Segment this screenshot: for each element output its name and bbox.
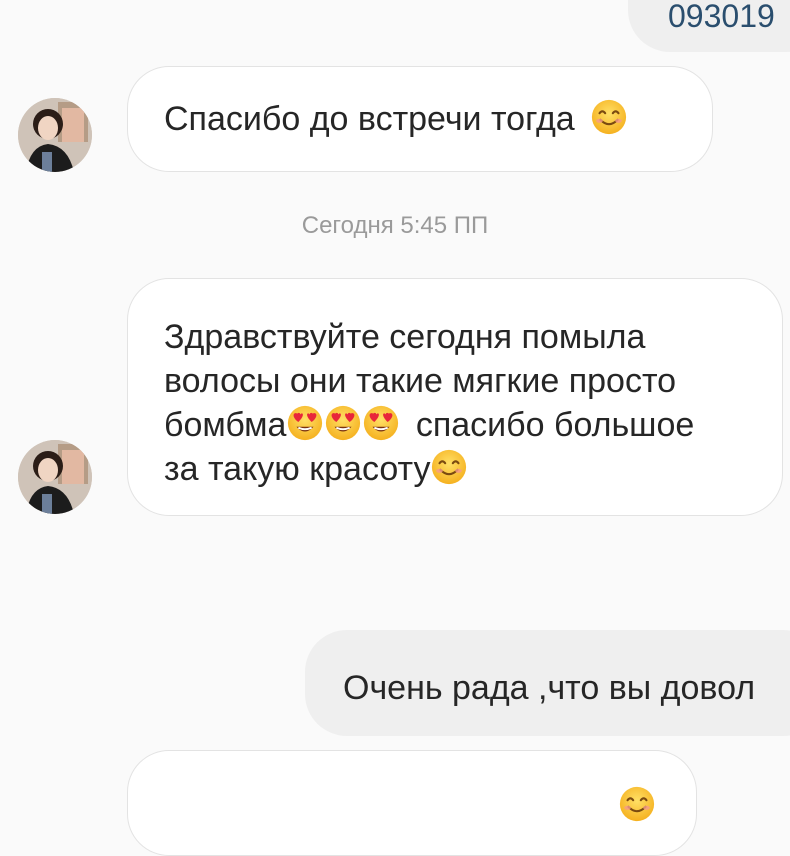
- message-text: Здравствуйте сегодня помыла волосы они т…: [164, 315, 694, 491]
- smiling-face-emoji: [590, 98, 628, 136]
- heart-eyes-emoji: [324, 404, 362, 442]
- message-word: спасибо большое: [415, 406, 695, 444]
- heart-eyes-emoji: [286, 404, 324, 442]
- message-text: Очень рада ,что вы довол: [343, 669, 756, 707]
- message-line: Здравствуйте сегодня помыла: [164, 318, 646, 356]
- partial-incoming-message: [127, 750, 697, 856]
- avatar-photo: [18, 98, 92, 172]
- avatar[interactable]: [18, 440, 92, 514]
- smiling-face-emoji: [618, 785, 656, 823]
- message-line: за такую красоту: [164, 447, 694, 491]
- incoming-message[interactable]: Здравствуйте сегодня помыла волосы они т…: [127, 278, 783, 516]
- heart-eyes-emoji: [362, 404, 400, 442]
- message-text: Спасибо до встречи тогда: [164, 97, 628, 141]
- message-line: бомбма спасибо большое: [164, 403, 694, 447]
- message-word: бомбма: [164, 406, 287, 444]
- message-text-content: Спасибо до встречи тогда: [164, 100, 575, 138]
- timestamp: Сегодня 5:45 ПП: [301, 212, 489, 239]
- avatar-photo: [18, 440, 92, 514]
- message-word: за такую красоту: [164, 450, 431, 488]
- avatar[interactable]: [18, 98, 92, 172]
- partial-message-text: 093019: [668, 0, 775, 34]
- partial-outgoing-message: 093019: [628, 0, 790, 52]
- outgoing-message[interactable]: Очень рада ,что вы довол: [305, 630, 790, 736]
- incoming-message[interactable]: Спасибо до встречи тогда: [127, 66, 713, 172]
- smiling-face-emoji: [430, 448, 468, 486]
- message-line: волосы они такие мягкие просто: [164, 362, 677, 400]
